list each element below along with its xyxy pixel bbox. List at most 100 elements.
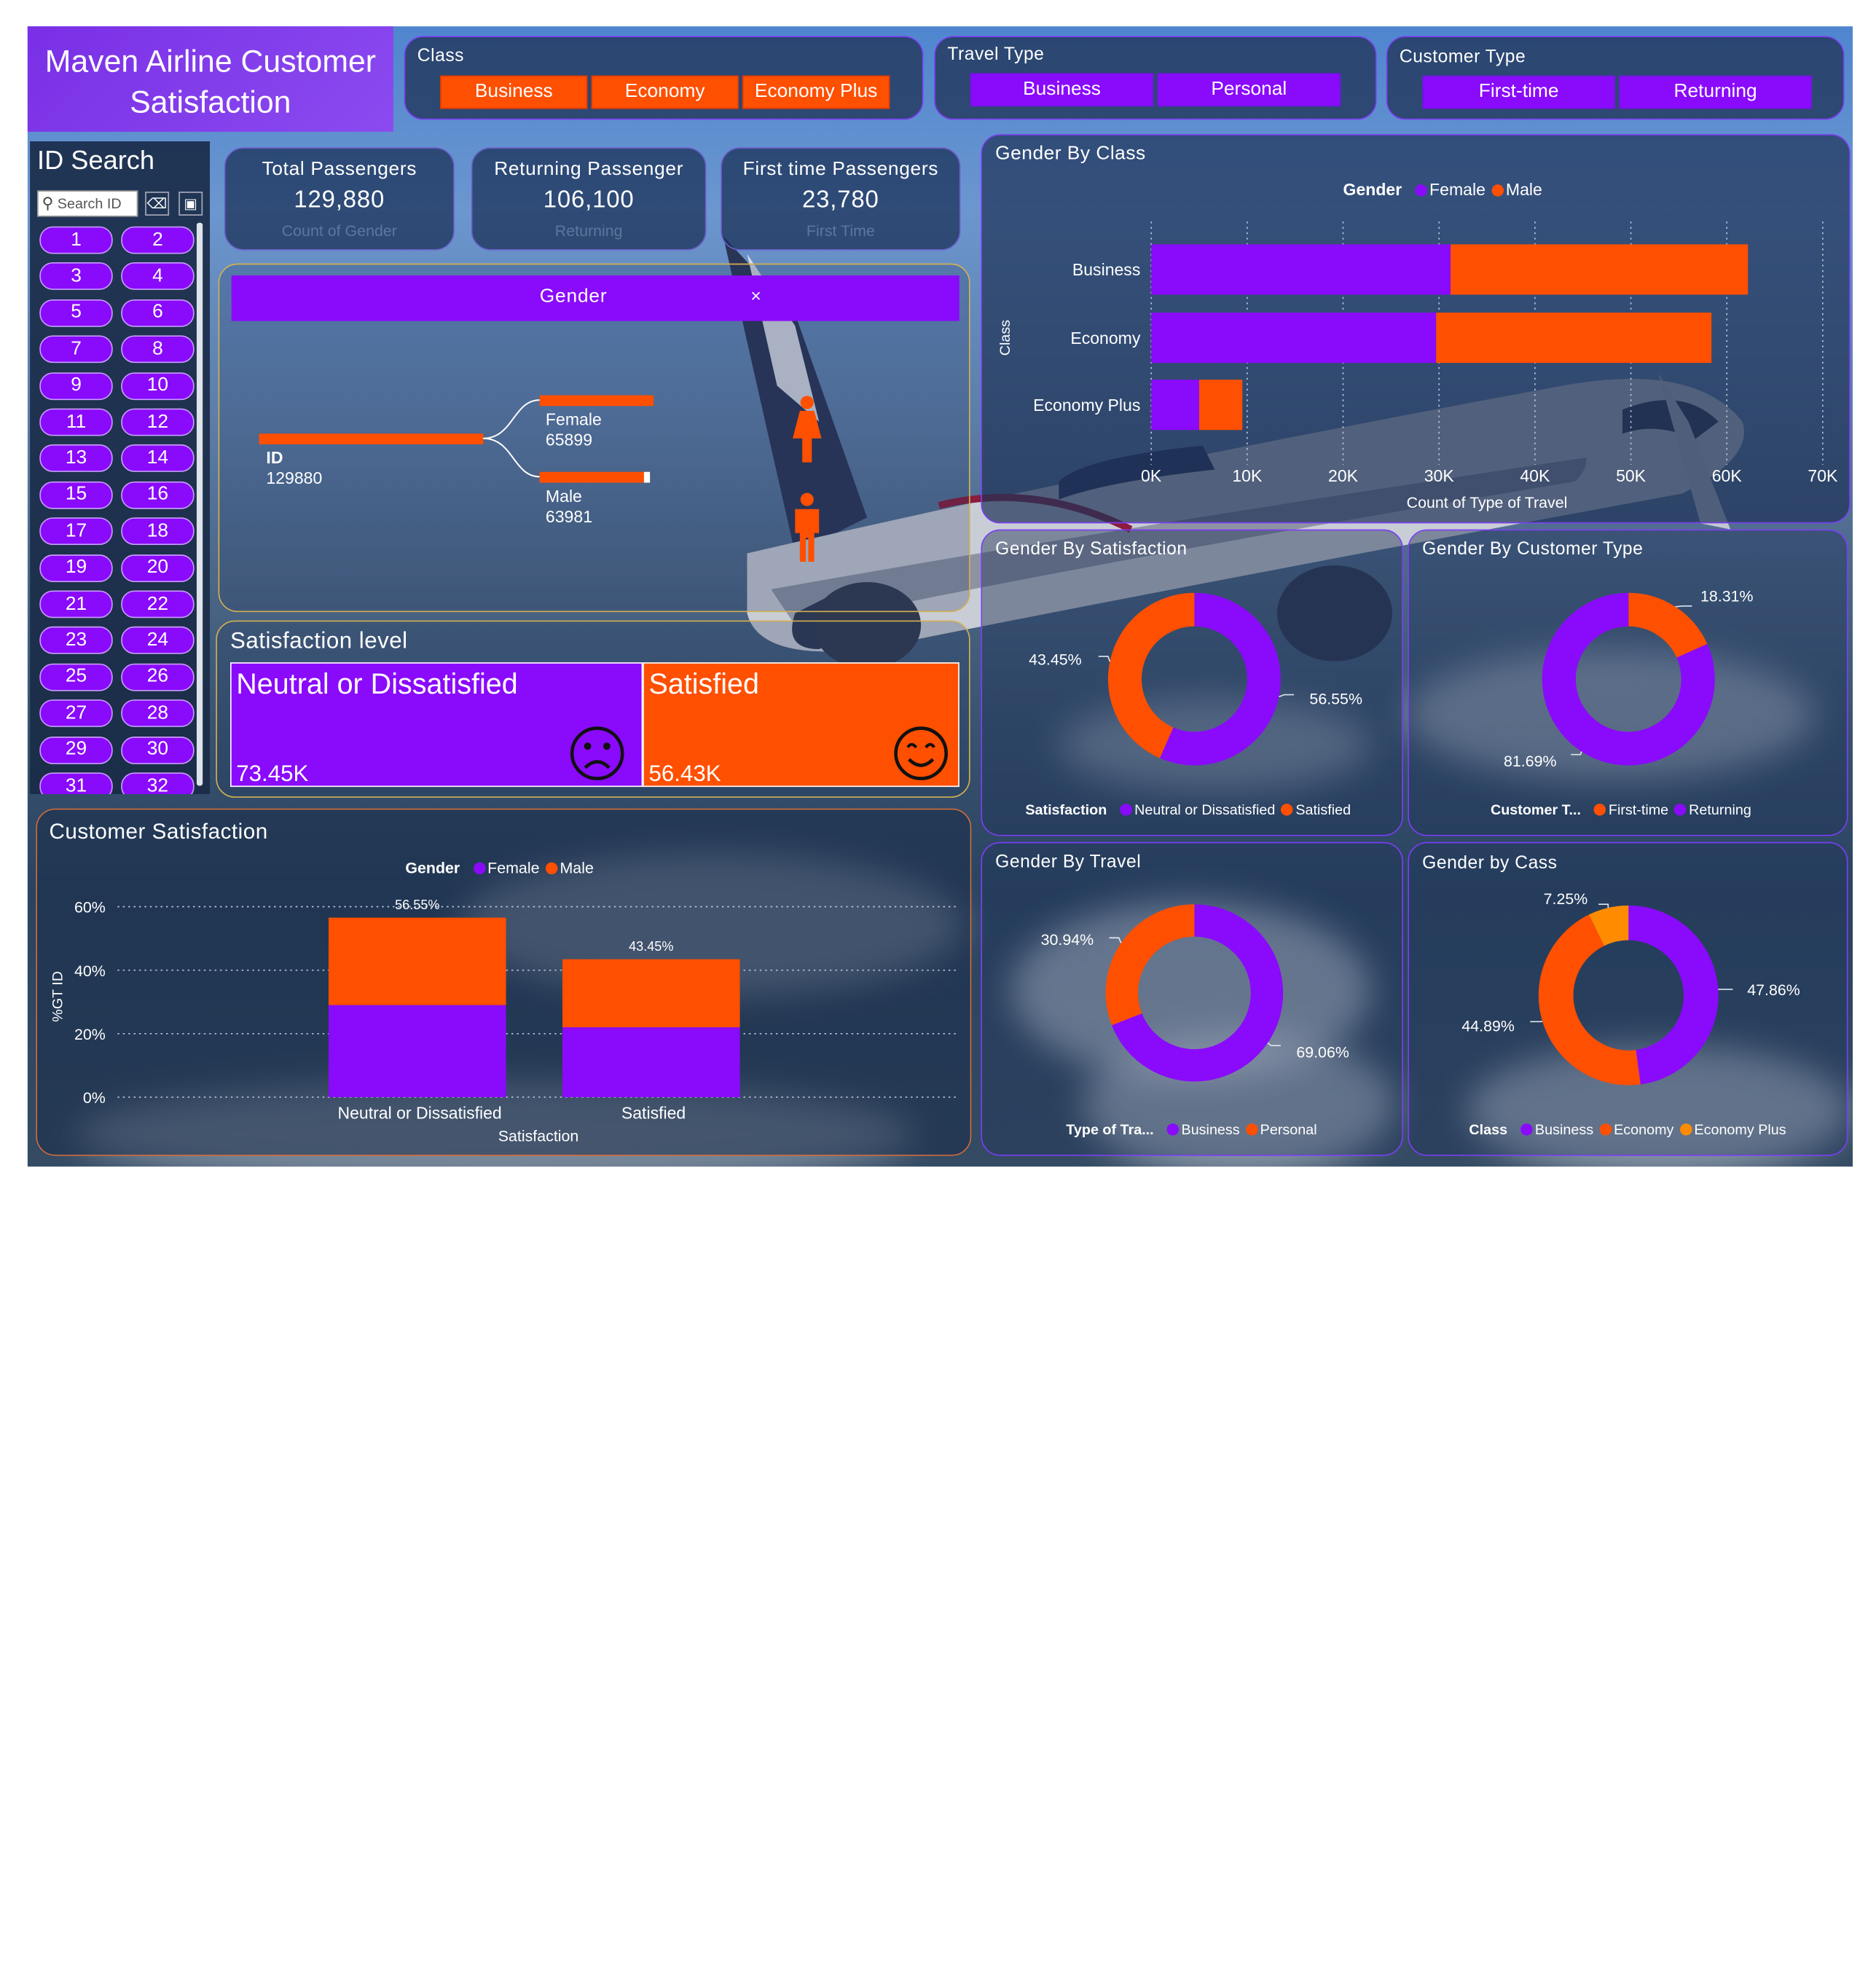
bar-female[interactable]	[1151, 313, 1436, 363]
neutral-value: 73.45K	[236, 762, 308, 788]
id-button-20[interactable]: 20	[121, 554, 194, 582]
class-business-button[interactable]: Business	[440, 76, 587, 109]
tree-root-value: 129880	[266, 468, 322, 489]
total-passengers-card: Total Passengers 129,880 Count of Gender	[224, 147, 455, 250]
legend-dot-economy	[1599, 1123, 1611, 1135]
bar-female[interactable]	[1151, 380, 1199, 430]
card-value: 129,880	[225, 187, 453, 214]
gender-by-travel-title: Gender By Travel	[995, 852, 1141, 872]
bar-male[interactable]	[1451, 244, 1748, 294]
leader-line	[1676, 606, 1692, 607]
id-button-17[interactable]: 17	[39, 518, 112, 546]
class-economy-button[interactable]: Economy	[591, 76, 738, 109]
customer-type-donut-legend: Customer T...First-timeReturning	[1491, 801, 1751, 818]
legend-returning: Returning	[1689, 801, 1751, 818]
id-button-32[interactable]: 32	[121, 772, 194, 794]
id-button-31[interactable]: 31	[39, 772, 112, 794]
card-title: Total Passengers	[225, 160, 453, 181]
data-label: 81.69%	[1504, 753, 1557, 770]
legend-title: Gender	[1343, 180, 1402, 199]
id-button-15[interactable]: 15	[39, 482, 112, 509]
column-male[interactable]	[562, 960, 740, 1027]
y-tick-label: 20%	[74, 1026, 106, 1043]
id-button-21[interactable]: 21	[39, 590, 112, 618]
travel-personal-button[interactable]: Personal	[1157, 73, 1341, 106]
tree-root-name: ID	[266, 448, 322, 468]
customer-returning-button[interactable]: Returning	[1619, 76, 1812, 109]
id-button-23[interactable]: 23	[39, 627, 112, 654]
category-label: Economy	[1070, 329, 1140, 348]
satisfaction-donut-legend: SatisfactionNeutral or DissatisfiedSatis…	[1025, 801, 1351, 818]
id-button-30[interactable]: 30	[121, 736, 194, 764]
gender-tree-header-label: Gender	[540, 286, 608, 308]
column-male[interactable]	[329, 918, 506, 1005]
id-button-1[interactable]: 1	[39, 227, 112, 254]
column-female[interactable]	[329, 1005, 506, 1097]
bar-female[interactable]	[1151, 244, 1451, 294]
id-button-7[interactable]: 7	[39, 336, 112, 364]
legend-female-dot	[1415, 184, 1426, 196]
y-tick-label: 60%	[74, 899, 106, 917]
id-button-29[interactable]: 29	[39, 736, 112, 764]
customer-first-time-button[interactable]: First-time	[1422, 76, 1615, 109]
id-button-10[interactable]: 10	[121, 372, 194, 400]
legend-dot-returning	[1674, 804, 1686, 815]
close-icon[interactable]: ×	[750, 286, 761, 307]
legend-dot-satisfied	[1282, 804, 1293, 815]
id-button-14[interactable]: 14	[121, 445, 194, 473]
title-line-2: Satisfaction	[28, 82, 393, 122]
id-button-2[interactable]: 2	[121, 227, 194, 254]
treemap-neutral-tile[interactable]: Neutral or Dissatisfied 73.45K	[230, 662, 643, 787]
donut-slice-economy-plus[interactable]	[1596, 923, 1628, 930]
legend-female: Female	[1429, 180, 1486, 199]
id-button-12[interactable]: 12	[121, 409, 194, 436]
bar-male[interactable]	[1436, 313, 1711, 363]
id-button-28[interactable]: 28	[121, 699, 194, 727]
data-label: 7.25%	[1544, 890, 1588, 908]
id-button-18[interactable]: 18	[121, 518, 194, 546]
travel-business-button[interactable]: Business	[970, 73, 1154, 106]
id-list: 1234567891011121314151617181920212223242…	[30, 141, 210, 794]
legend-title: Satisfaction	[1025, 801, 1107, 818]
id-button-16[interactable]: 16	[121, 482, 194, 509]
gender-tree-header[interactable]: Gender ×	[232, 275, 959, 321]
gender-by-customer-type-title: Gender By Customer Type	[1422, 539, 1643, 560]
id-button-13[interactable]: 13	[39, 445, 112, 473]
donut-charts: 56.55%43.45%18.31%81.69%69.06%30.94%47.8…	[0, 0, 12, 12]
id-button-4[interactable]: 4	[121, 263, 194, 291]
x-tick-label: 30K	[1424, 466, 1455, 485]
legend-title: Customer T...	[1491, 801, 1581, 818]
id-button-6[interactable]: 6	[121, 299, 194, 327]
legend-business: Business	[1182, 1121, 1240, 1138]
id-button-11[interactable]: 11	[39, 409, 112, 436]
y-axis-title: %GT ID	[50, 971, 66, 1022]
tree-female-bar[interactable]	[540, 396, 654, 407]
data-label: 30.94%	[1041, 931, 1094, 949]
id-button-3[interactable]: 3	[39, 263, 112, 291]
treemap-satisfied-tile[interactable]: Satisfied 56.43K	[643, 662, 959, 787]
class-economy-plus-button[interactable]: Economy Plus	[742, 76, 890, 109]
id-button-22[interactable]: 22	[121, 590, 194, 618]
legend-economy: Economy	[1614, 1121, 1673, 1138]
card-value: 106,100	[473, 187, 705, 214]
bar-male[interactable]	[1199, 380, 1242, 430]
sad-face-icon	[570, 726, 625, 781]
id-button-24[interactable]: 24	[121, 627, 194, 654]
id-button-5[interactable]: 5	[39, 299, 112, 327]
data-label: 56.55%	[1309, 691, 1362, 708]
id-button-26[interactable]: 26	[121, 663, 194, 691]
id-button-19[interactable]: 19	[39, 554, 112, 582]
tree-male-bar[interactable]	[540, 472, 650, 483]
y-tick-label: 0%	[83, 1089, 106, 1107]
id-button-9[interactable]: 9	[39, 372, 112, 400]
id-button-25[interactable]: 25	[39, 663, 112, 691]
data-label: 47.86%	[1747, 981, 1800, 999]
legend-male-dot	[1491, 184, 1503, 196]
travel-slicer-title: Travel Type	[947, 44, 1044, 65]
legend-dot-business	[1520, 1123, 1532, 1135]
satisfied-value: 56.43K	[648, 762, 721, 788]
id-button-27[interactable]: 27	[39, 699, 112, 727]
id-button-8[interactable]: 8	[121, 336, 194, 364]
column-female[interactable]	[562, 1027, 740, 1097]
tree-root-bar[interactable]	[259, 433, 484, 444]
